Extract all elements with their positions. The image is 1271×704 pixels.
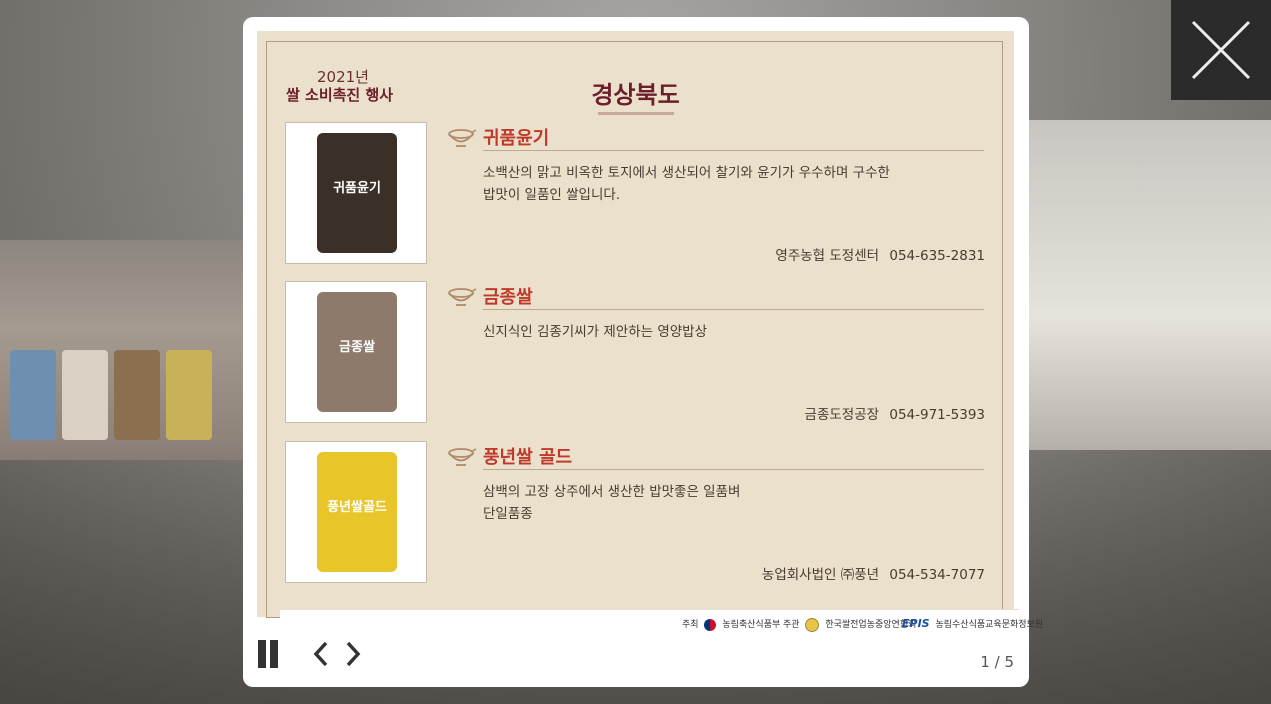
product-description: 소백산의 맑고 비옥한 토지에서 생산되어 찰기와 윤기가 우수하며 구수한 밥… bbox=[483, 162, 953, 206]
product-description: 신지식인 김종기씨가 제안하는 영양밥상 bbox=[483, 321, 953, 343]
description-line: 신지식인 김종기씨가 제안하는 영양밥상 bbox=[483, 324, 708, 340]
bag-label: 풍년쌀골드 bbox=[327, 500, 387, 515]
title-underline bbox=[598, 112, 674, 115]
phone-number: 054-635-2831 bbox=[889, 248, 985, 264]
next-button[interactable] bbox=[340, 639, 364, 669]
government-emblem-icon bbox=[704, 618, 717, 631]
rice-bag-icon: 귀품윤기 bbox=[317, 133, 397, 253]
close-button[interactable] bbox=[1171, 0, 1271, 100]
bag-label: 귀품윤기 bbox=[333, 181, 381, 196]
bag-label: 금종쌀 bbox=[339, 340, 375, 355]
rice-bowl-icon bbox=[448, 448, 477, 466]
product-contact: 영주농협 도정센터 054-635-2831 bbox=[775, 244, 985, 264]
host-name: 농림축산식품부 bbox=[722, 620, 781, 630]
image-viewer-modal: 2021년 쌀 소비촉진 행사 경상북도 귀품윤기 귀품윤기 소백산의 맑고 비… bbox=[243, 17, 1043, 687]
background-package bbox=[10, 350, 56, 440]
product-image: 금종쌀 bbox=[285, 281, 427, 423]
rice-bag-icon: 풍년쌀골드 bbox=[317, 452, 397, 572]
sponsor-host: 주최 농림축산식품부 bbox=[682, 617, 780, 631]
product-item: 금종쌀 금종쌀 신지식인 김종기씨가 제안하는 영양밥상 금종도정공장 054-… bbox=[285, 281, 985, 423]
region-title: 경상북도 bbox=[591, 81, 680, 109]
viewer-controls: 1 / 5 bbox=[258, 637, 1014, 673]
product-image: 풍년쌀골드 bbox=[285, 441, 427, 583]
product-item: 귀품윤기 귀품윤기 소백산의 맑고 비옥한 토지에서 생산되어 찰기와 윤기가 … bbox=[285, 122, 985, 264]
product-image: 귀품윤기 bbox=[285, 122, 427, 264]
organizer-label: 주관 bbox=[783, 620, 800, 630]
seller-name: 농업회사법인 ㈜풍년 bbox=[761, 567, 880, 583]
background-package bbox=[166, 350, 212, 440]
product-item: 풍년쌀골드 풍년쌀 골드 삼백의 고장 상주에서 생산한 밥맛좋은 일품벼 단일… bbox=[285, 441, 985, 583]
description-line: 단일품종 bbox=[483, 506, 533, 522]
phone-number: 054-971-5393 bbox=[889, 407, 985, 423]
epis-logo: EPIS bbox=[902, 617, 930, 630]
phone-number: 054-534-7077 bbox=[889, 567, 985, 583]
product-name: 금종쌀 bbox=[483, 287, 533, 308]
seller-name: 영주농협 도정센터 bbox=[775, 248, 880, 264]
divider bbox=[483, 469, 984, 470]
host-label: 주최 bbox=[682, 620, 699, 630]
poster-image: 2021년 쌀 소비촉진 행사 경상북도 귀품윤기 귀품윤기 소백산의 맑고 비… bbox=[257, 31, 1043, 635]
sponsor-organizer: 주관 한국쌀전업농중앙연합회 bbox=[783, 617, 916, 632]
product-description: 삼백의 고장 상주에서 생산한 밥맛좋은 일품벼 단일품종 bbox=[483, 481, 953, 525]
sponsor-bar: 주최 농림축산식품부 주관 한국쌀전업농중앙연합회 EPIS 농림수산식품교육문… bbox=[280, 609, 1043, 635]
epis-name: 농림수산식품교육문화정보원 bbox=[935, 620, 1044, 630]
product-contact: 농업회사법인 ㈜풍년 054-534-7077 bbox=[762, 563, 985, 583]
product-contact: 금종도정공장 054-971-5393 bbox=[805, 403, 985, 423]
description-line: 삼백의 고장 상주에서 생산한 밥맛좋은 일품벼 bbox=[483, 484, 741, 500]
divider bbox=[483, 150, 984, 151]
chevron-right-icon bbox=[346, 641, 361, 667]
background-shelf-left bbox=[0, 240, 243, 460]
chevron-left-icon bbox=[313, 641, 328, 667]
background-wall-right bbox=[1029, 120, 1271, 450]
product-name: 풍년쌀 골드 bbox=[483, 447, 573, 468]
background-package bbox=[62, 350, 108, 440]
pause-button[interactable] bbox=[258, 640, 280, 668]
close-icon bbox=[1191, 20, 1251, 80]
background-package bbox=[114, 350, 160, 440]
rice-bag-icon: 금종쌀 bbox=[317, 292, 397, 412]
description-line: 밥맛이 일품인 쌀입니다. bbox=[483, 187, 621, 203]
rice-bowl-icon bbox=[448, 288, 477, 306]
page-counter: 1 / 5 bbox=[980, 653, 1014, 671]
rice-bowl-icon bbox=[448, 129, 477, 147]
description-line: 소백산의 맑고 비옥한 토지에서 생산되어 찰기와 윤기가 우수하며 구수한 bbox=[483, 165, 890, 181]
product-name: 귀품윤기 bbox=[483, 128, 550, 149]
organization-logo-icon bbox=[805, 617, 820, 632]
seller-name: 금종도정공장 bbox=[804, 407, 880, 423]
sponsor-epis: EPIS 농림수산식품교육문화정보원 bbox=[902, 617, 1043, 630]
divider bbox=[483, 309, 984, 310]
previous-button[interactable] bbox=[310, 639, 334, 669]
